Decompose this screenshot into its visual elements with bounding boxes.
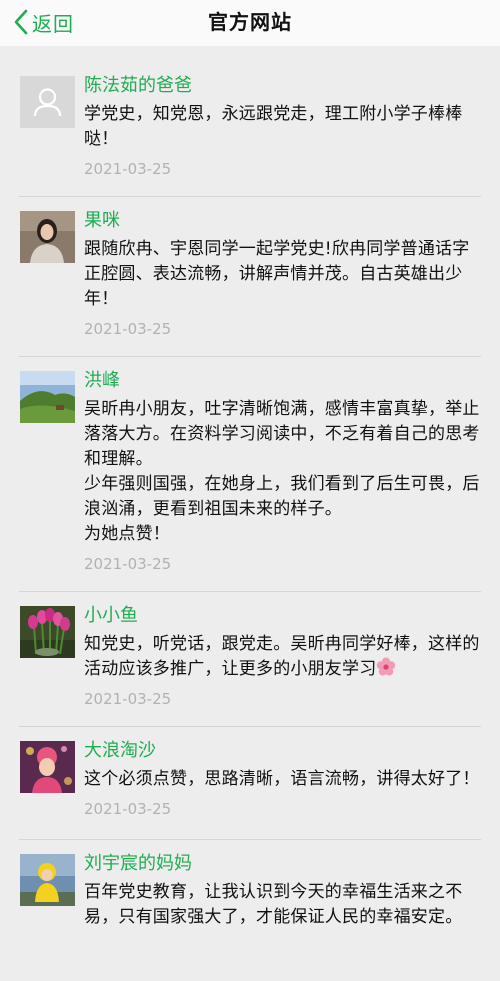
comment-item: 洪峰 吴昕冉小朋友，吐字清晰饱满，感情丰富真挚，举止落落大方。在资料学习阅读中，… (19, 357, 481, 592)
comment-item: 果咪 跟随欣冉、宇恩同学一起学党史!欣冉同学普通话字正腔圆、表达流畅，讲解声情并… (19, 197, 481, 357)
comment-date: 2021-03-25 (84, 160, 172, 178)
comment-author[interactable]: 洪峰 (84, 370, 481, 392)
top-bar: 返回 官方网站 (0, 0, 500, 46)
child-photo-icon (20, 741, 75, 793)
comment-date: 2021-03-25 (84, 690, 172, 708)
comment-text-content: 知党史，听党话，跟党走。吴昕冉同学好棒，这样的活动应该多推广，让更多的小朋友学习 (84, 634, 480, 679)
comment-item: 大浪淘沙 这个必须点赞，思路清晰，语言流畅，讲得太好了！ 2021-03-25 (19, 727, 481, 840)
hibiscus-emoji-icon (377, 657, 396, 676)
avatar[interactable] (20, 741, 75, 793)
default-user-icon (20, 76, 75, 128)
avatar[interactable] (20, 854, 75, 906)
avatar[interactable] (20, 606, 75, 658)
comment-list: 陈法茹的爸爸 学党史，知党恩，永远跟党走，理工附小学子棒棒哒！ 2021-03-… (0, 62, 500, 952)
comment-author[interactable]: 陈法茹的爸爸 (84, 75, 481, 97)
comment-author[interactable]: 小小鱼 (84, 605, 481, 627)
woman-photo-icon (20, 211, 75, 263)
landscape-photo-icon (20, 371, 75, 423)
comment-author[interactable]: 刘宇宸的妈妈 (84, 853, 481, 875)
comment-author[interactable]: 大浪淘沙 (84, 740, 481, 762)
comment-text: 知党史，听党话，跟党走。吴昕冉同学好棒，这样的活动应该多推广，让更多的小朋友学习 (84, 632, 481, 682)
avatar[interactable] (20, 211, 75, 263)
page-title: 官方网站 (208, 10, 292, 34)
comment-date: 2021-03-25 (84, 320, 172, 338)
comment-text: 百年党史教育，让我认识到今天的幸福生活来之不易，只有国家强大了，才能保证人民的幸… (84, 882, 463, 927)
comment-item: 陈法茹的爸爸 学党史，知党恩，永远跟党走，理工附小学子棒棒哒！ 2021-03-… (19, 62, 481, 197)
tulips-photo-icon (20, 606, 75, 658)
comment-text: 跟随欣冉、宇恩同学一起学党史!欣冉同学普通话字正腔圆、表达流畅，讲解声情并茂。自… (84, 239, 470, 309)
comment-author[interactable]: 果咪 (84, 210, 481, 232)
kid-yellow-photo-icon (20, 854, 75, 906)
comment-text: 这个必须点赞，思路清晰，语言流畅，讲得太好了！ (84, 769, 480, 789)
comment-date: 2021-03-25 (84, 555, 172, 573)
avatar[interactable] (20, 76, 75, 128)
comment-text: 吴昕冉小朋友，吐字清晰饱满，感情丰富真挚，举止落落大方。在资料学习阅读中，不乏有… (84, 399, 480, 544)
comment-item: 刘宇宸的妈妈 百年党史教育，让我认识到今天的幸福生活来之不易，只有国家强大了，才… (19, 840, 481, 952)
comment-date: 2021-03-25 (84, 800, 172, 818)
avatar[interactable] (20, 371, 75, 423)
comment-text: 学党史，知党恩，永远跟党走，理工附小学子棒棒哒！ (84, 104, 463, 149)
comment-item: 小小鱼 知党史，听党话，跟党走。吴昕冉同学好棒，这样的活动应该多推广，让更多的小… (19, 592, 481, 727)
